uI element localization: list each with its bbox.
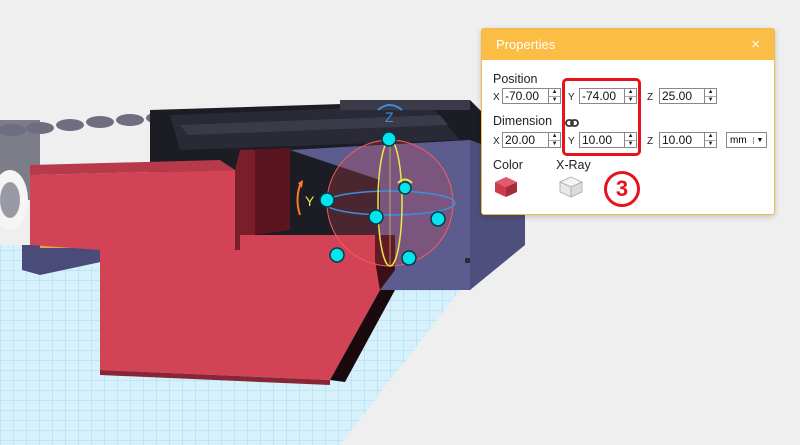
callout-badge: 3 <box>604 171 640 207</box>
highlight-frame <box>562 78 641 156</box>
color-swatch-icon[interactable] <box>494 176 518 203</box>
dimension-z-axis-label: Z <box>647 136 654 147</box>
dimension-z-stepper[interactable]: ▲▼ <box>659 132 717 148</box>
position-label: Position <box>493 72 538 86</box>
gizmo-z-label: Z <box>385 109 394 125</box>
handle-right[interactable] <box>430 211 446 227</box>
dimension-x-input[interactable] <box>503 133 549 147</box>
dimension-label: Dimension <box>493 114 553 128</box>
properties-title: Properties <box>496 37 556 52</box>
position-z-arrows[interactable]: ▲ ▼ <box>704 89 716 103</box>
unit-value: mm <box>730 134 747 146</box>
handle-bottom-left[interactable] <box>329 247 345 263</box>
unit-select[interactable]: mm ▼ <box>726 132 767 148</box>
handle-top[interactable] <box>381 131 397 147</box>
color-label: Color <box>493 158 523 172</box>
position-x-stepper[interactable]: ▲▼ <box>502 88 561 104</box>
handle-bottom[interactable] <box>401 250 417 266</box>
handle-center[interactable] <box>368 209 384 225</box>
position-z-axis-label: Z <box>647 92 654 103</box>
dimension-x-arrows[interactable]: ▲ ▼ <box>548 133 560 147</box>
properties-header: Properties × <box>482 29 774 60</box>
xray-cube-icon[interactable] <box>559 176 583 203</box>
position-x-arrows[interactable]: ▲ ▼ <box>548 89 560 103</box>
chevron-down-icon[interactable]: ▼ <box>753 136 766 144</box>
gizmo-y-label: Y <box>305 193 315 209</box>
position-x-input[interactable] <box>503 89 549 103</box>
dimension-z-arrows[interactable]: ▲ ▼ <box>704 133 716 147</box>
dimension-x-stepper[interactable]: ▲▼ <box>502 132 561 148</box>
position-x-axis-label: X <box>493 92 500 103</box>
handle-center-upper[interactable] <box>398 181 412 195</box>
dimension-x-axis-label: X <box>493 136 500 147</box>
position-z-stepper[interactable]: ▲▼ <box>659 88 717 104</box>
close-icon[interactable]: × <box>751 37 760 52</box>
xray-label: X-Ray <box>556 158 591 172</box>
dimension-z-input[interactable] <box>660 133 705 147</box>
position-z-input[interactable] <box>660 89 705 103</box>
handle-left[interactable] <box>319 192 335 208</box>
